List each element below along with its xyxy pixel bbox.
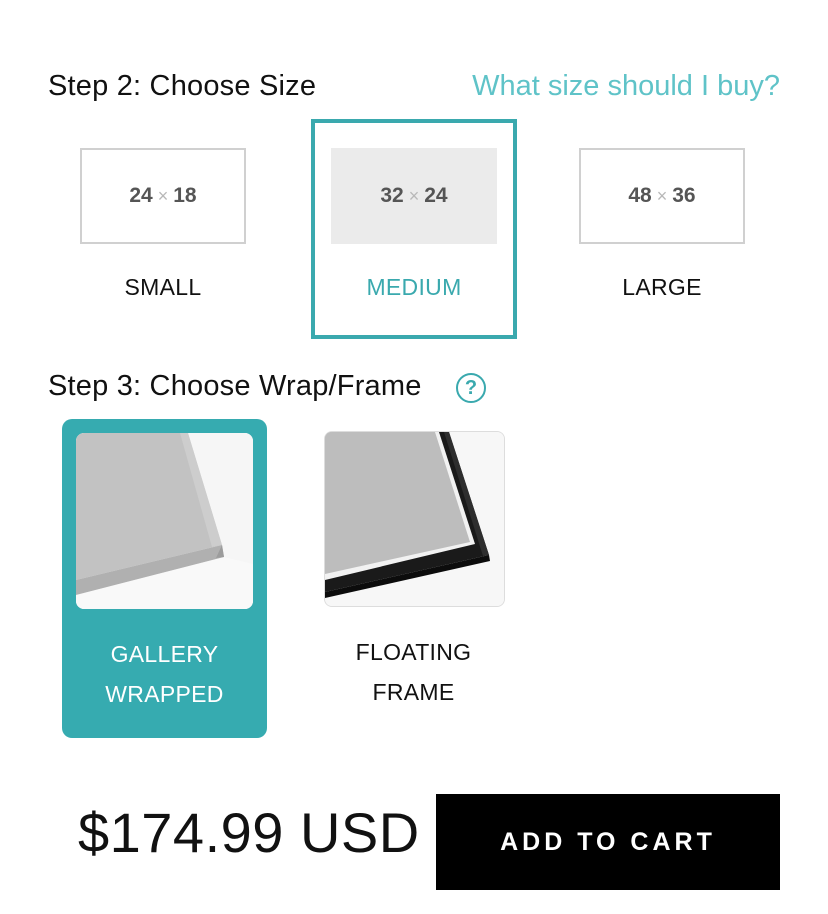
size-card-small: 24 × 18 <box>80 148 246 244</box>
framed-canvas-corner-image <box>325 432 504 606</box>
times-icon: × <box>408 185 420 206</box>
question-mark-icon[interactable]: ? <box>456 373 486 403</box>
wrap-label-line2: FRAME <box>372 679 455 705</box>
step3-title: Step 3: Choose Wrap/Frame <box>48 370 422 402</box>
size-width: 24 <box>129 184 153 207</box>
size-width: 48 <box>628 184 652 207</box>
size-option-small[interactable]: 24 × 18 SMALL <box>80 148 246 308</box>
wrap-label-line1: FLOATING <box>355 639 472 665</box>
gallery-wrap-thumbnail <box>76 433 253 609</box>
wrap-option-gallery-wrapped[interactable]: GALLERY WRAPPED <box>62 419 267 738</box>
add-to-cart-button[interactable]: ADD TO CART <box>436 794 780 890</box>
size-guide-link[interactable]: What size should I buy? <box>472 70 780 103</box>
size-option-large[interactable]: 48 × 36 LARGE <box>579 148 745 308</box>
size-height: 36 <box>672 184 696 207</box>
times-icon: × <box>656 185 668 206</box>
size-label-small: SMALL <box>124 274 202 300</box>
size-card-large: 48 × 36 <box>579 148 745 244</box>
size-label-large: LARGE <box>622 274 702 300</box>
wrap-label-line2: WRAPPED <box>105 681 224 707</box>
size-label-medium: MEDIUM <box>366 274 462 300</box>
wrap-option-floating-frame[interactable]: FLOATING FRAME <box>311 419 516 738</box>
wrap-label-line1: GALLERY <box>110 641 219 667</box>
canvas-corner-image <box>76 433 253 609</box>
price: $174.99 USD <box>78 801 420 864</box>
size-card-medium: 32 × 24 <box>331 148 497 244</box>
size-height: 24 <box>424 184 448 207</box>
step2-title: Step 2: Choose Size <box>48 70 317 102</box>
times-icon: × <box>157 185 169 206</box>
size-width: 32 <box>380 184 404 207</box>
size-height: 18 <box>173 184 197 207</box>
floating-frame-thumbnail <box>324 431 505 607</box>
size-option-medium[interactable]: 32 × 24 MEDIUM <box>331 148 497 308</box>
